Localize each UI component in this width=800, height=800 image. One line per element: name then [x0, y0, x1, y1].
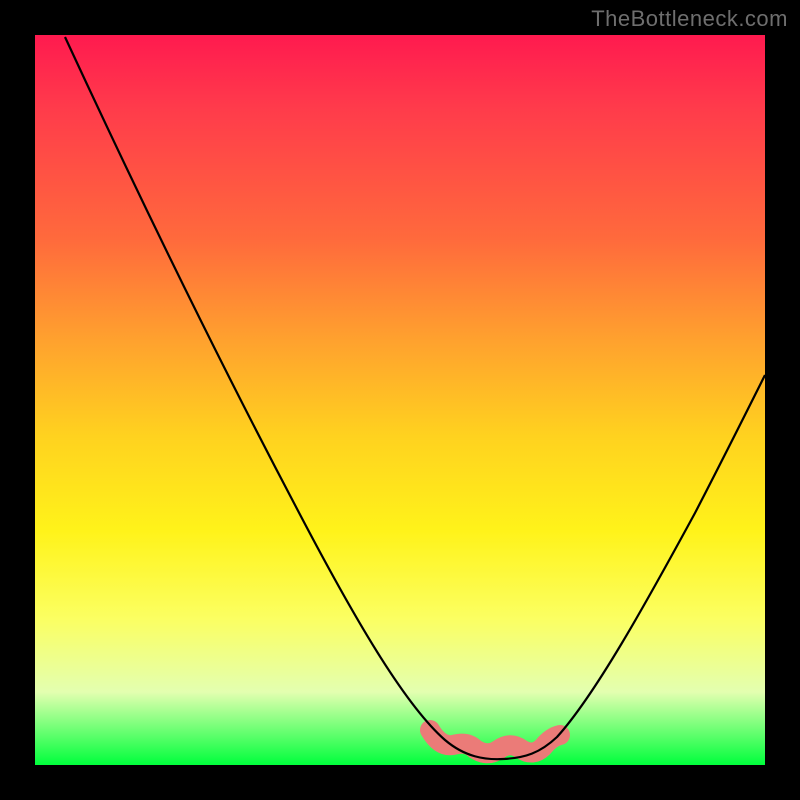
bottleneck-curve	[65, 37, 765, 759]
watermark-text: TheBottleneck.com	[591, 6, 788, 32]
plot-area	[35, 35, 765, 765]
chart-frame: TheBottleneck.com	[0, 0, 800, 800]
curve-layer	[35, 35, 765, 765]
